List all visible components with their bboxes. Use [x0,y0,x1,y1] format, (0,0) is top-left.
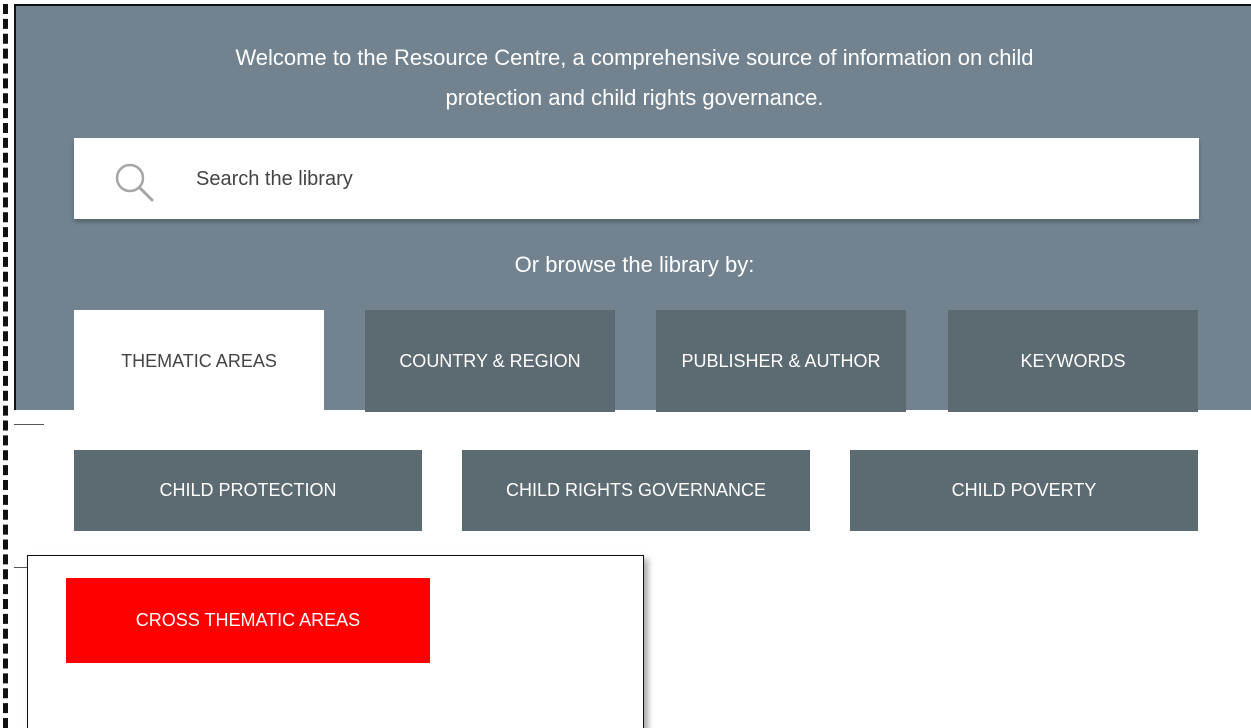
topic-label: CHILD POVERTY [951,480,1097,500]
topic-label: CHILD PROTECTION [159,480,337,500]
topic-child-poverty-button[interactable]: CHILD POVERTY [850,450,1198,531]
tab-label: COUNTRY & REGION [399,350,581,371]
resource-centre-page: Welcome to the Resource Centre, a compre… [0,0,1251,728]
divider [14,424,44,425]
welcome-line-1: Welcome to the Resource Centre, a compre… [235,45,1034,70]
screenshot-dashed-border [3,4,8,728]
hero-section: Welcome to the Resource Centre, a compre… [14,4,1251,412]
tab-publisher-author[interactable]: PUBLISHER & AUTHOR [656,310,906,412]
tab-keywords[interactable]: KEYWORDS [948,310,1198,412]
tab-label: KEYWORDS [1020,350,1126,371]
topic-label: CROSS THEMATIC AREAS [135,610,361,630]
search-bar[interactable] [74,138,1199,219]
tab-country-region[interactable]: COUNTRY & REGION [365,310,615,412]
topic-child-rights-governance-button[interactable]: CHILD RIGHTS GOVERNANCE [462,450,810,531]
topic-child-protection-button[interactable]: CHILD PROTECTION [74,450,422,531]
topic-cross-thematic-areas-button[interactable]: CROSS THEMATIC AREAS [66,578,430,663]
welcome-text: Welcome to the Resource Centre, a compre… [16,38,1251,118]
zoom-highlight-box: CROSS THEMATIC AREAS [27,555,644,728]
browse-label: Or browse the library by: [514,252,755,277]
welcome-line-2: protection and child rights governance. [445,85,824,110]
tab-label: PUBLISHER & AUTHOR [681,350,881,371]
tab-label: THEMATIC AREAS [121,350,277,371]
topic-label: CHILD RIGHTS GOVERNANCE [505,480,767,500]
search-icon[interactable] [112,160,156,204]
tab-thematic-areas[interactable]: THEMATIC AREAS [74,310,324,412]
search-input[interactable] [194,158,1178,200]
